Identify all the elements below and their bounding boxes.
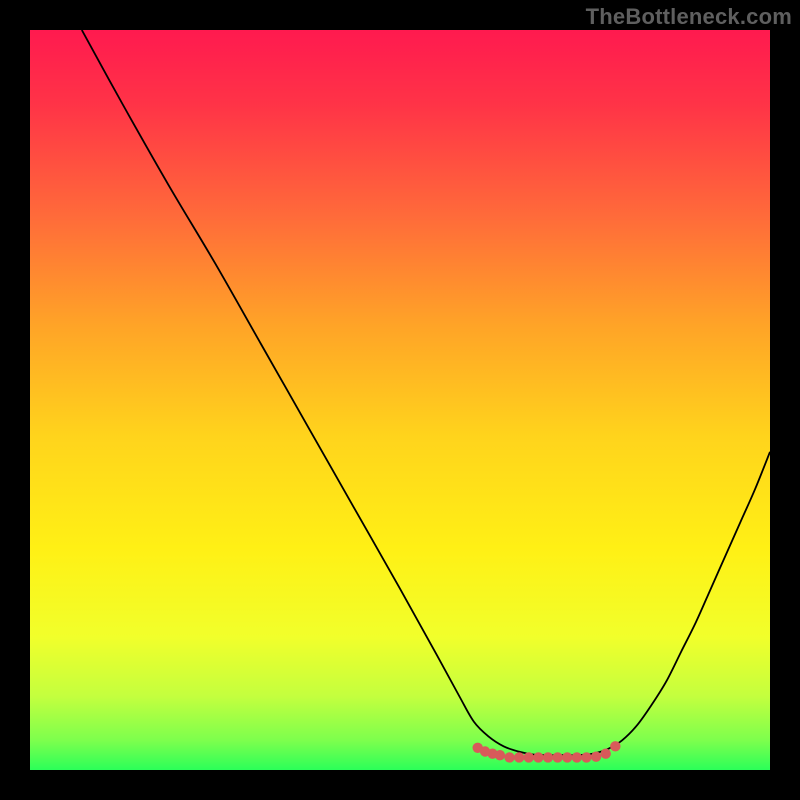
gradient-background (30, 30, 770, 770)
optimal-dot (562, 752, 572, 762)
optimal-dot (514, 752, 524, 762)
watermark-text: TheBottleneck.com (586, 4, 792, 30)
optimal-dot (533, 752, 543, 762)
optimal-dot (601, 749, 611, 759)
optimal-dot (552, 752, 562, 762)
optimal-dot (495, 750, 505, 760)
optimal-dot (610, 741, 620, 751)
optimal-dot (524, 752, 534, 762)
optimal-dot (543, 752, 553, 762)
optimal-dot (572, 752, 582, 762)
optimal-dot (504, 752, 514, 762)
optimal-dot (581, 752, 591, 762)
plot-area (30, 30, 770, 770)
chart-container: TheBottleneck.com (0, 0, 800, 800)
optimal-dot (591, 751, 601, 761)
chart-svg (30, 30, 770, 770)
